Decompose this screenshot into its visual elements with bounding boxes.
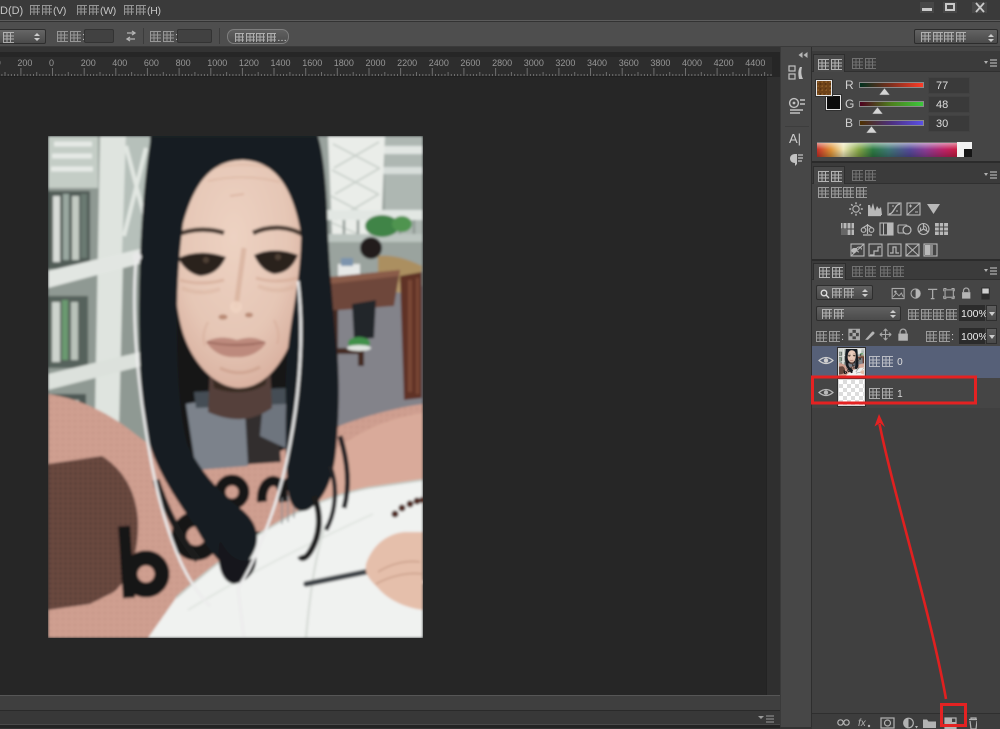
svg-text:3400: 3400 (587, 58, 607, 68)
svg-text:fx: fx (858, 718, 867, 729)
svg-text:2600: 2600 (460, 58, 480, 68)
svg-text:200: 200 (81, 58, 96, 68)
svg-text:1200: 1200 (239, 58, 259, 68)
svg-text:600: 600 (144, 58, 159, 68)
svg-text:2400: 2400 (429, 58, 449, 68)
svg-text:3600: 3600 (619, 58, 639, 68)
svg-text:400: 400 (112, 58, 127, 68)
svg-text:2200: 2200 (397, 58, 417, 68)
svg-text:400: 400 (0, 58, 1, 68)
svg-text:3200: 3200 (555, 58, 575, 68)
svg-text:3800: 3800 (650, 58, 670, 68)
svg-text:4400: 4400 (745, 58, 765, 68)
svg-text:4000: 4000 (682, 58, 702, 68)
svg-text:200: 200 (17, 58, 32, 68)
svg-text:2800: 2800 (492, 58, 512, 68)
svg-text:1600: 1600 (302, 58, 322, 68)
svg-text:0: 0 (49, 58, 54, 68)
svg-text:1400: 1400 (271, 58, 291, 68)
svg-text:2000: 2000 (366, 58, 386, 68)
svg-text:3000: 3000 (524, 58, 544, 68)
svg-text:4200: 4200 (714, 58, 734, 68)
svg-text:1000: 1000 (207, 58, 227, 68)
svg-text:800: 800 (176, 58, 191, 68)
svg-text:1800: 1800 (334, 58, 354, 68)
